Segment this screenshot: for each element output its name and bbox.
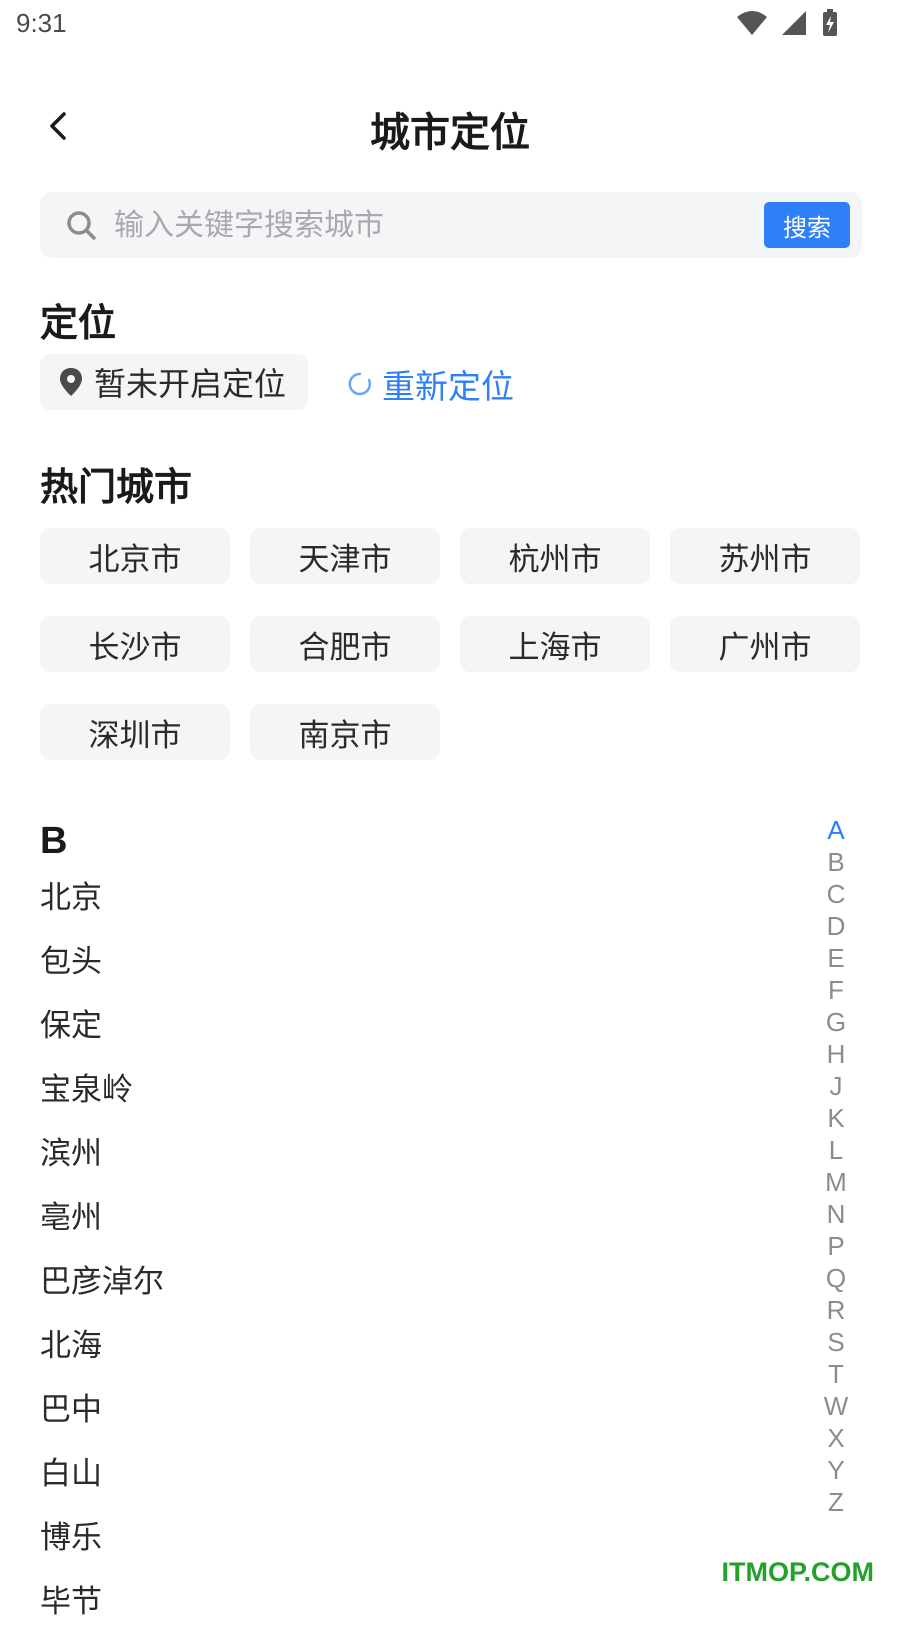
city-list-item[interactable]: 包头 — [40, 930, 740, 994]
status-icons — [736, 8, 840, 38]
search-icon — [67, 211, 96, 240]
signal-icon — [782, 11, 806, 35]
index-letter[interactable]: B — [818, 846, 854, 878]
city-list-item[interactable]: 亳州 — [40, 1186, 740, 1250]
city-list-item[interactable]: 北京 — [40, 866, 740, 930]
relocate-label: 重新定位 — [382, 367, 514, 406]
city-list-item[interactable]: 北海 — [40, 1314, 740, 1378]
hot-cities-grid: 北京市 天津市 杭州市 苏州市长沙市 合肥市 上海市 广州市深圳市 南京市 — [40, 528, 862, 760]
nav-bar: 城市定位 — [0, 92, 900, 162]
relocate-button[interactable]: 重新定位 — [348, 356, 514, 412]
index-letter[interactable]: C — [818, 878, 854, 910]
index-letter[interactable]: W — [818, 1390, 854, 1422]
index-letter[interactable]: Z — [818, 1486, 854, 1518]
status-time: 9:31 — [16, 8, 67, 38]
city-list-item[interactable]: 保定 — [40, 994, 740, 1058]
hot-city-chip[interactable]: 上海市 — [460, 616, 650, 672]
search-input[interactable] — [112, 198, 714, 252]
hot-city-chip[interactable]: 广州市 — [670, 616, 860, 672]
index-letter[interactable]: S — [818, 1326, 854, 1358]
status-bar: 9:31 — [0, 0, 900, 48]
index-letter[interactable]: L — [818, 1134, 854, 1166]
index-letter[interactable]: K — [818, 1102, 854, 1134]
location-status-text: 暂未开启定位 — [94, 365, 287, 403]
index-letter[interactable]: N — [818, 1198, 854, 1230]
city-list-item[interactable]: 巴中 — [40, 1378, 740, 1442]
city-list-item[interactable]: 滨州 — [40, 1122, 740, 1186]
index-letter[interactable]: F — [818, 974, 854, 1006]
hot-city-chip[interactable]: 北京市 — [40, 528, 230, 584]
index-letter[interactable]: D — [818, 910, 854, 942]
hot-city-chip[interactable]: 苏州市 — [670, 528, 860, 584]
index-letter[interactable]: E — [818, 942, 854, 974]
page-title: 城市定位 — [370, 110, 530, 156]
location-status-chip: 暂未开启定位 — [40, 354, 309, 410]
location-pin-icon — [60, 368, 82, 396]
hot-city-chip[interactable]: 南京市 — [250, 704, 440, 760]
index-letter[interactable]: R — [818, 1294, 854, 1326]
index-letter[interactable]: G — [818, 1006, 854, 1038]
index-letter[interactable]: A — [818, 814, 854, 846]
alphabet-index: ABCDEFGHJKLMNPQRSTWXYZ — [818, 814, 854, 1518]
index-letter[interactable]: P — [818, 1230, 854, 1262]
hot-city-chip[interactable]: 深圳市 — [40, 704, 230, 760]
city-list-item[interactable]: 博乐 — [40, 1506, 740, 1570]
location-section-title: 定位 — [40, 301, 117, 345]
refresh-icon — [348, 372, 372, 396]
city-list-item[interactable]: 巴彦淖尔 — [40, 1250, 740, 1314]
city-list-item[interactable]: 白山 — [40, 1442, 740, 1506]
hot-cities-title: 热门城市 — [40, 465, 193, 509]
search-bar: 搜索 — [40, 192, 862, 258]
wifi-icon — [737, 11, 767, 35]
index-letter[interactable]: J — [818, 1070, 854, 1102]
battery-icon — [823, 9, 837, 36]
index-letter[interactable]: H — [818, 1038, 854, 1070]
index-letter[interactable]: Y — [818, 1454, 854, 1486]
watermark: ITMOP.COM — [721, 1557, 874, 1587]
hot-city-chip[interactable]: 天津市 — [250, 528, 440, 584]
city-list: 北京 包头 保定 宝泉岭 滨州 亳州 巴彦淖尔 北海 巴中 白山 博乐 毕节 — [40, 866, 740, 1634]
hot-city-chip[interactable]: 长沙市 — [40, 616, 230, 672]
index-letter[interactable]: M — [818, 1166, 854, 1198]
hot-city-chip[interactable]: 杭州市 — [460, 528, 650, 584]
city-list-item[interactable]: 毕节 — [40, 1570, 740, 1634]
hot-city-chip[interactable]: 合肥市 — [250, 616, 440, 672]
group-letter-header: B — [40, 820, 68, 862]
index-letter[interactable]: X — [818, 1422, 854, 1454]
index-letter[interactable]: T — [818, 1358, 854, 1390]
search-button[interactable]: 搜索 — [764, 202, 850, 248]
city-list-item[interactable]: 宝泉岭 — [40, 1058, 740, 1122]
index-letter[interactable]: Q — [818, 1262, 854, 1294]
